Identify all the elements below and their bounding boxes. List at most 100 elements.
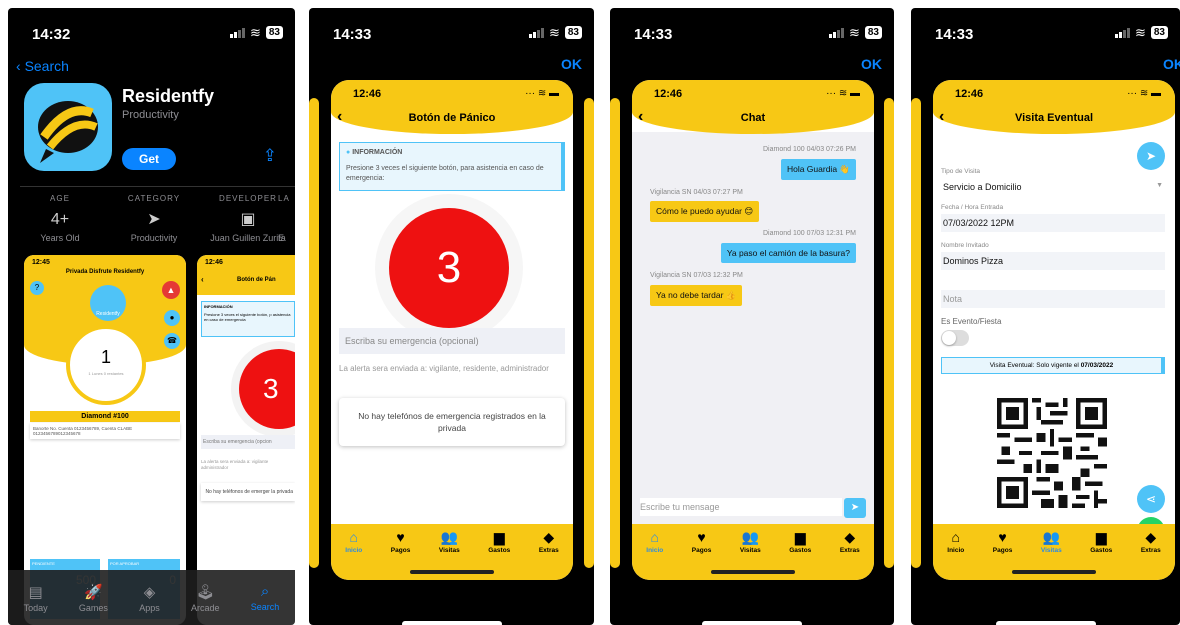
home-indicator bbox=[702, 621, 802, 625]
prev-screenshot-peek bbox=[610, 98, 620, 568]
alert-note: La alerta sera enviada a: vigilante, res… bbox=[339, 364, 549, 373]
phone-time: 12:46 bbox=[955, 88, 984, 100]
phone-home-indicator bbox=[410, 570, 494, 574]
nav-pagos[interactable]: ♥ Pagos bbox=[391, 530, 411, 580]
people-icon: 👥 bbox=[440, 529, 458, 545]
emergency-input[interactable]: Escriba su emergencia (opcional) bbox=[339, 328, 565, 354]
info-box: ● INFORMACIÓN Presione 3 veces el siguie… bbox=[339, 142, 565, 191]
prev-screenshot-peek bbox=[309, 98, 319, 568]
send-icon[interactable]: ➤ bbox=[1137, 142, 1165, 170]
phone-header: 12:46 ··· ≋ ▬ bbox=[632, 80, 874, 134]
tab-games[interactable]: 🚀 Games bbox=[79, 583, 108, 613]
bank-info: Banorte No. Cuenta 0123456789, Cuenta CL… bbox=[30, 423, 180, 439]
nav-extras[interactable]: ◆ Extras bbox=[1141, 530, 1161, 580]
info-value: 4+ bbox=[50, 211, 70, 228]
message-meta: Diamond 100 07/03 12:31 PM bbox=[762, 230, 856, 237]
ok-button[interactable]: OK bbox=[861, 56, 882, 72]
get-button[interactable]: Get bbox=[122, 148, 176, 170]
phone-icon: ☎ bbox=[164, 333, 180, 349]
home-icon: ⌂ bbox=[349, 529, 358, 545]
nav-extras[interactable]: ◆ Extras bbox=[840, 530, 860, 580]
app-name: Residentfy bbox=[122, 86, 215, 106]
field-label: Fecha / Hora Entrada bbox=[941, 204, 1004, 211]
nav-label: Visitas bbox=[1040, 547, 1062, 554]
nav-label: Inicio bbox=[345, 547, 363, 554]
help-icon: ? bbox=[30, 281, 44, 295]
visit-type-select[interactable]: Servicio a Domicilio ▼ bbox=[941, 178, 1165, 196]
message-input[interactable]: Escribe tu mensage bbox=[640, 498, 842, 516]
message-bubble: Ya no debe tardar 👍 bbox=[650, 285, 743, 306]
battery-icon: 83 bbox=[564, 26, 582, 39]
home-icon: ⌂ bbox=[951, 529, 960, 545]
guest-name-field[interactable]: Dominos Pizza bbox=[941, 252, 1165, 270]
tab-today[interactable]: ▤ Today bbox=[24, 583, 48, 613]
resident-name: Diamond #100 bbox=[30, 411, 180, 422]
visit-type-value: Servicio a Domicilio bbox=[943, 182, 1022, 192]
panic-button[interactable]: 3 bbox=[389, 208, 509, 328]
nav-pagos[interactable]: ♥ Pagos bbox=[692, 530, 712, 580]
battery-icon: 83 bbox=[864, 26, 882, 39]
box-icon: ▆ bbox=[1095, 529, 1107, 545]
nav-label: Gastos bbox=[789, 547, 812, 554]
nav-extras[interactable]: ◆ Extras bbox=[539, 530, 559, 580]
approval-label: POR APROBAR bbox=[110, 561, 140, 566]
note-field[interactable]: Nota bbox=[941, 290, 1165, 308]
entry-datetime-field[interactable]: 07/03/2022 12PM bbox=[941, 214, 1165, 232]
nav-label: Inicio bbox=[947, 547, 965, 554]
event-toggle[interactable] bbox=[941, 330, 969, 346]
chat-icon: ● bbox=[164, 310, 180, 326]
info-title: INFORMACIÓN bbox=[352, 149, 403, 156]
info-sub: Years Old bbox=[40, 233, 80, 243]
tab-label: Games bbox=[78, 602, 108, 613]
nav-label: Inicio bbox=[646, 547, 664, 554]
back-to-search-link[interactable]: ‹ Search bbox=[16, 58, 69, 74]
share-icon[interactable]: ⇪ bbox=[263, 146, 277, 166]
preview-title: Botón de Pán bbox=[237, 277, 276, 283]
info-category: CATEGORY ➤ Productivity bbox=[108, 194, 200, 243]
app-store-screen: 14:32 ≋ 83 ‹ Search Residentfy Productiv… bbox=[8, 8, 295, 625]
phone-status-icons: ··· ≋ ▬ bbox=[826, 88, 860, 99]
tab-arcade[interactable]: 🕹 Arcade bbox=[191, 583, 220, 613]
tab-search[interactable]: ⌕ Search bbox=[251, 583, 280, 612]
home-indicator bbox=[401, 621, 502, 625]
nav-label: Pagos bbox=[992, 547, 1013, 554]
divider bbox=[20, 186, 295, 187]
heart-icon: ♥ bbox=[697, 529, 706, 545]
battery-icon: 83 bbox=[1150, 26, 1168, 39]
nav-label: Gastos bbox=[488, 547, 511, 554]
phone-time: 12:46 bbox=[654, 88, 683, 100]
status-indicators: ≋ 83 bbox=[828, 26, 882, 39]
no-phones-card: No hay telefónos de emergencia registrad… bbox=[339, 398, 565, 446]
info-value bbox=[278, 209, 295, 231]
info-age: AGE 4+ Years Old bbox=[14, 194, 106, 243]
bee-logo-icon bbox=[38, 101, 98, 163]
nav-pagos[interactable]: ♥ Pagos bbox=[993, 530, 1013, 580]
ok-button[interactable]: OK bbox=[561, 56, 582, 72]
today-icon: ▤ bbox=[28, 583, 43, 601]
status-indicators: ≋ 83 bbox=[528, 26, 582, 39]
qr-code bbox=[997, 398, 1107, 508]
field-label: Nombre Invitado bbox=[941, 242, 989, 249]
counter-value: 1 bbox=[100, 347, 111, 367]
share-icon[interactable]: ⋖ bbox=[1137, 485, 1165, 513]
message-bubble: Ya paso el camión de la basura? bbox=[720, 243, 856, 263]
tab-label: Arcade bbox=[190, 602, 220, 613]
nav-label: Extras bbox=[538, 547, 559, 554]
field-label: Tipo de Visita bbox=[941, 168, 981, 175]
info-header: CATEGORY bbox=[127, 194, 181, 203]
nav-label: Gastos bbox=[1090, 547, 1113, 554]
tab-apps[interactable]: ◈ Apps bbox=[139, 583, 160, 613]
screenshot-strip: 14:32 ≋ 83 ‹ Search Residentfy Productiv… bbox=[0, 0, 1180, 625]
nav-inicio[interactable]: ⌂ Inicio bbox=[947, 530, 964, 580]
layers-icon: ◆ bbox=[1145, 529, 1157, 545]
status-time: 14:33 bbox=[333, 26, 372, 43]
nav-inicio[interactable]: ⌂ Inicio bbox=[646, 530, 663, 580]
preview-panic-button: 3 bbox=[239, 349, 295, 429]
info-text: Presione 3 veces el siguiente botón, par… bbox=[346, 165, 544, 182]
people-icon: 👥 bbox=[741, 529, 759, 545]
nav-inicio[interactable]: ⌂ Inicio bbox=[345, 530, 362, 580]
next-screenshot-peek bbox=[584, 98, 594, 568]
send-icon[interactable]: ➤ bbox=[844, 498, 866, 518]
ok-button[interactable]: OK bbox=[1163, 56, 1180, 72]
notice-text: Visita Eventual: Solo vigente el bbox=[989, 362, 1081, 369]
